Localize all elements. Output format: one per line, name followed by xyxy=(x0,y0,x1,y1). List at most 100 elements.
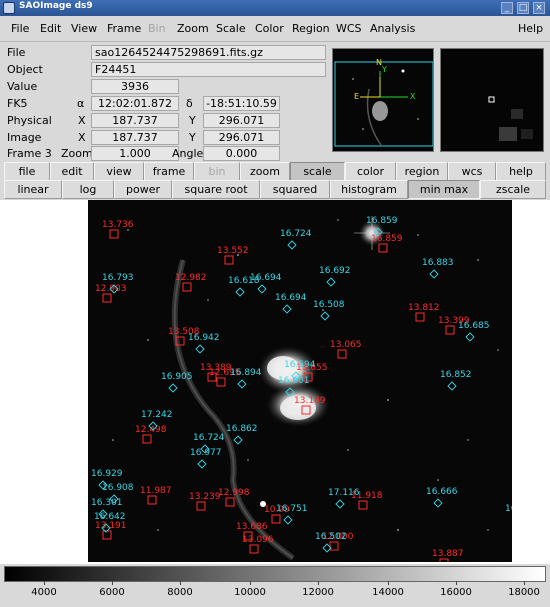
red-region-label: 12.903 xyxy=(95,284,127,294)
menu-edit[interactable]: Edit xyxy=(40,22,61,35)
btn-wcs[interactable]: wcs xyxy=(448,162,496,181)
close-icon[interactable]: × xyxy=(533,2,545,14)
physical-x-value: 187.737 xyxy=(91,113,179,128)
cyan-region-diamond[interactable] xyxy=(287,240,297,250)
cyan-region-diamond[interactable] xyxy=(257,284,267,294)
btn-zoom[interactable]: zoom xyxy=(240,162,290,181)
panner-view[interactable]: N E X Y xyxy=(332,48,434,152)
red-region-box[interactable] xyxy=(109,229,119,239)
menu-bin[interactable]: Bin xyxy=(148,22,166,35)
cyan-region-label: 16.601 xyxy=(278,376,310,386)
cyan-region-diamond[interactable] xyxy=(282,304,292,314)
colorbar-label: 8000 xyxy=(167,587,193,598)
red-region-box[interactable] xyxy=(147,495,157,505)
cyan-region-label: 16.502 xyxy=(315,532,347,542)
red-region-box[interactable] xyxy=(175,336,185,346)
colorbar-tick xyxy=(318,581,319,585)
menu-help[interactable]: Help xyxy=(518,22,543,35)
btn-color[interactable]: color xyxy=(345,162,396,181)
btn-scale-minmax[interactable]: min max xyxy=(408,180,480,199)
btn-bin[interactable]: bin xyxy=(194,162,240,181)
red-region-box[interactable] xyxy=(329,541,339,551)
cyan-region-diamond[interactable] xyxy=(326,277,336,287)
angle-label: Angle xyxy=(172,147,204,160)
cyan-region-label: 16.894 xyxy=(230,368,262,378)
red-region-label: 13.191 xyxy=(95,521,127,531)
red-region-box[interactable] xyxy=(337,349,347,359)
menu-wcs[interactable]: WCS xyxy=(336,22,362,35)
cyan-region-diamond[interactable] xyxy=(235,287,245,297)
maximize-icon[interactable]: □ xyxy=(517,2,529,14)
red-region-box[interactable] xyxy=(182,282,192,292)
menu-scale[interactable]: Scale xyxy=(216,22,246,35)
red-region-box[interactable] xyxy=(271,514,281,524)
menu-frame[interactable]: Frame xyxy=(107,22,141,35)
btn-region[interactable]: region xyxy=(396,162,448,181)
cyan-region-diamond[interactable] xyxy=(283,515,293,525)
red-region-box[interactable] xyxy=(102,293,112,303)
red-region-box[interactable] xyxy=(249,544,259,554)
btn-scale-squared[interactable]: squared xyxy=(260,180,330,199)
btn-view[interactable]: view xyxy=(94,162,144,181)
cyan-region-label: 16.862 xyxy=(226,424,258,434)
red-region-box[interactable] xyxy=(196,501,206,511)
cyan-region-diamond[interactable] xyxy=(168,383,178,393)
btn-help[interactable]: help xyxy=(496,162,546,181)
red-region-box[interactable] xyxy=(225,497,235,507)
menu-file[interactable]: File xyxy=(11,22,29,35)
menu-zoom[interactable]: Zoom xyxy=(177,22,209,35)
red-region-box[interactable] xyxy=(378,243,388,253)
colorbar-label: 12000 xyxy=(302,587,334,598)
colorbar-tick xyxy=(456,581,457,585)
btn-scale-sqrt[interactable]: square root xyxy=(172,180,260,199)
physical-label: Physical xyxy=(7,114,52,127)
btn-scale-histogram[interactable]: histogram xyxy=(330,180,408,199)
menu-analysis[interactable]: Analysis xyxy=(370,22,415,35)
image-canvas[interactable]: 13.736 13.552 12.982 12.903 13.508 13.065 13.8… xyxy=(0,200,550,564)
cyan-region-label: 16.977 xyxy=(190,448,222,458)
red-region-box[interactable] xyxy=(142,434,152,444)
cyan-region-diamond[interactable] xyxy=(195,344,205,354)
red-region-box[interactable] xyxy=(415,312,425,322)
red-region-box[interactable] xyxy=(216,377,226,387)
btn-scale[interactable]: scale xyxy=(290,162,345,181)
btn-file[interactable]: file xyxy=(4,162,50,181)
btn-scale-power[interactable]: power xyxy=(114,180,172,199)
cyan-region-label: 16.685 xyxy=(458,321,490,331)
cyan-region-diamond[interactable] xyxy=(465,332,475,342)
cyan-region-label: 16.726 xyxy=(505,504,512,514)
cyan-region-label: 16.666 xyxy=(426,487,458,497)
red-region-box[interactable] xyxy=(358,500,368,510)
zoom-label: Zoom xyxy=(61,147,93,160)
cyan-region-diamond[interactable] xyxy=(447,381,457,391)
colorbar[interactable] xyxy=(4,566,546,582)
red-region-box[interactable] xyxy=(224,255,234,265)
btn-scale-linear[interactable]: linear xyxy=(4,180,62,199)
red-region-box[interactable] xyxy=(301,405,311,415)
menu-region[interactable]: Region xyxy=(292,22,330,35)
btn-edit[interactable]: edit xyxy=(50,162,94,181)
image-label: Image xyxy=(7,131,42,144)
red-region-box[interactable] xyxy=(102,530,112,540)
cyan-region-diamond[interactable] xyxy=(237,379,247,389)
red-region-box[interactable] xyxy=(445,325,455,335)
menu-view[interactable]: View xyxy=(71,22,97,35)
minimize-icon[interactable]: _ xyxy=(501,2,513,14)
red-region-label: 12.982 xyxy=(175,273,207,283)
red-region-label: 12.998 xyxy=(218,488,250,498)
btn-frame[interactable]: frame xyxy=(144,162,194,181)
cyan-region-diamond[interactable] xyxy=(335,499,345,509)
cyan-region-diamond[interactable] xyxy=(285,387,295,397)
cyan-region-diamond[interactable] xyxy=(233,435,243,445)
red-region-box[interactable] xyxy=(439,558,449,562)
cyan-region-label: 16.642 xyxy=(94,512,126,522)
cyan-region-diamond[interactable] xyxy=(197,459,207,469)
menu-color[interactable]: Color xyxy=(255,22,284,35)
cyan-region-diamond[interactable] xyxy=(429,269,439,279)
cyan-region-diamond[interactable] xyxy=(433,498,443,508)
cyan-region-diamond[interactable] xyxy=(320,311,330,321)
info-panel: File sao1264524475298691.fits.gz Object … xyxy=(0,42,330,161)
btn-scale-zscale[interactable]: zscale xyxy=(480,180,546,199)
colorbar-tick xyxy=(524,581,525,585)
btn-scale-log[interactable]: log xyxy=(62,180,114,199)
